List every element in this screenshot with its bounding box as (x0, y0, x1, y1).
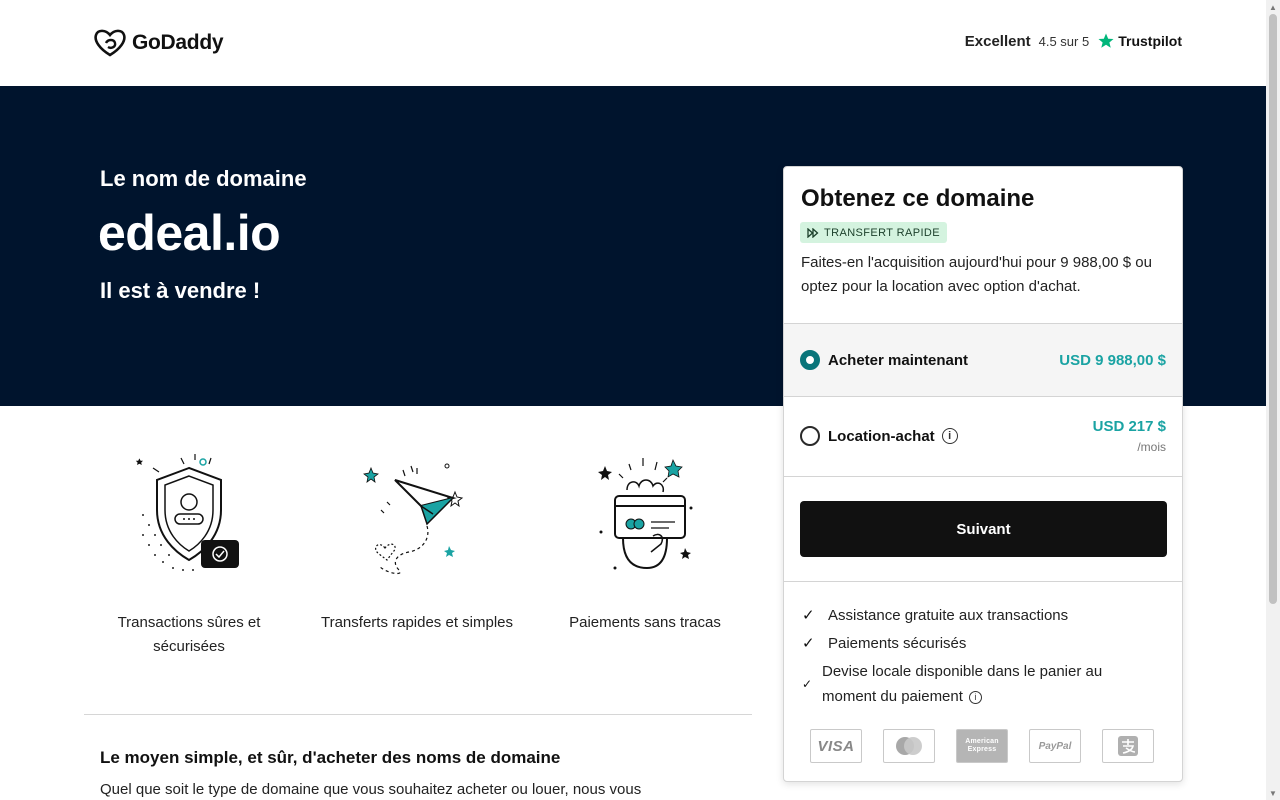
benefit-label: Paiements sécurisés (828, 635, 967, 652)
info-section-title: Le moyen simple, et sûr, d'acheter des n… (100, 748, 561, 767)
option-label: Location-achat (828, 427, 935, 445)
benefits-divider (784, 581, 1182, 582)
purchase-card: Obtenez ce domaine TRANSFERT RAPIDE Fait… (783, 166, 1183, 782)
card-title: Obtenez ce domaine (801, 185, 1035, 212)
scrollbar-thumb[interactable] (1269, 14, 1277, 604)
trustpilot-rating[interactable]: Excellent 4.5 sur 5 Trustpilot (965, 32, 1182, 50)
trustpilot-label: Trustpilot (1118, 33, 1182, 49)
scroll-up-arrow-icon[interactable]: ▲ (1266, 0, 1280, 14)
page-scrollbar[interactable]: ▲ ▼ (1266, 0, 1280, 800)
option-label: Acheter maintenant (828, 351, 969, 369)
domain-name: edeal.io (98, 205, 281, 261)
price-value: USD 217 $ (1092, 418, 1166, 435)
option-lease-to-own[interactable]: Location-achat i USD 217 $ /mois (784, 397, 1182, 475)
info-icon[interactable]: i (968, 690, 982, 704)
benefit-label: Devise locale disponible dans le panier … (822, 663, 1103, 705)
mastercard-icon (883, 729, 935, 763)
page: GoDaddy Excellent 4.5 sur 5 Trustpilot L… (0, 0, 1280, 800)
feature-label: Transferts rapides et simples (320, 614, 513, 631)
benefit-item: ✓ Assistance gratuite aux transactions (802, 603, 1162, 631)
logo-text: GoDaddy (132, 31, 224, 54)
benefits-list: ✓ Assistance gratuite aux transactions ✓… (802, 603, 1162, 709)
alipay-icon (1102, 729, 1154, 763)
check-icon: ✓ (802, 635, 815, 652)
feature-secure-transactions: Transactions sûres et sécurisées (84, 440, 294, 659)
site-header: GoDaddy Excellent 4.5 sur 5 Trustpilot (0, 0, 1266, 86)
feature-label: Paiements sans tracas (569, 614, 721, 631)
scroll-down-arrow-icon[interactable]: ▼ (1266, 786, 1280, 800)
feature-label: Transactions sûres et sécurisées (117, 614, 261, 655)
benefit-item: ✓ Devise locale disponible dans le panie… (802, 659, 1162, 709)
radio-buy-now[interactable] (800, 350, 820, 370)
payment-methods: VISA American Express PayPal (810, 729, 1154, 763)
option-divider (784, 476, 1182, 477)
check-icon: ✓ (802, 607, 815, 624)
fast-forward-icon (807, 227, 819, 238)
next-button[interactable]: Suivant (800, 501, 1167, 557)
info-section-text: Quel que soit le type de domaine que vou… (100, 781, 642, 798)
option-buy-now[interactable]: Acheter maintenant USD 9 988,00 $ (784, 324, 1182, 396)
for-sale-text: Il est à vendre ! (100, 278, 261, 303)
fast-transfer-badge: TRANSFERT RAPIDE (800, 222, 948, 243)
card-in-hand-icon (598, 458, 693, 570)
trust-rating-word: Excellent (964, 32, 1031, 50)
check-icon: ✓ (802, 676, 813, 691)
price-value: USD 9 988,00 $ (1059, 351, 1166, 369)
benefit-label: Assistance gratuite aux transactions (828, 607, 1069, 624)
american-express-icon: American Express (956, 729, 1008, 763)
trustpilot-brand: Trustpilot (1097, 32, 1182, 50)
option-price: USD 9 988,00 $ (1059, 352, 1166, 369)
paper-plane-icon (363, 463, 464, 575)
godaddy-logo[interactable]: GoDaddy (94, 28, 224, 58)
radio-lease-to-own[interactable] (800, 426, 820, 446)
info-icon[interactable]: i (941, 428, 958, 444)
feature-easy-payments: Paiements sans tracas (540, 440, 750, 635)
star-icon (1098, 33, 1114, 48)
feature-fast-transfers: Transferts rapides et simples (312, 440, 522, 635)
godaddy-logo-icon (94, 29, 126, 57)
visa-icon: VISA (810, 729, 862, 763)
hero-intro: Le nom de domaine (100, 166, 307, 191)
shield-icon (135, 454, 239, 571)
section-divider (84, 714, 752, 715)
trust-score: 4.5 sur 5 (1038, 33, 1090, 49)
card-description: Faites-en l'acquisition aujourd'hui pour… (801, 254, 1152, 295)
benefit-item: ✓ Paiements sécurisés (802, 631, 1162, 659)
paypal-icon: PayPal (1029, 729, 1081, 763)
benefit-label-wrap: Devise locale disponible dans le panier … (822, 659, 1132, 709)
features-row: Transactions sûres et sécurisées Transfe… (84, 440, 752, 680)
badge-label: TRANSFERT RAPIDE (824, 226, 941, 239)
option-price: USD 217 $ /mois (1093, 418, 1166, 454)
price-unit: /mois (1137, 440, 1166, 454)
